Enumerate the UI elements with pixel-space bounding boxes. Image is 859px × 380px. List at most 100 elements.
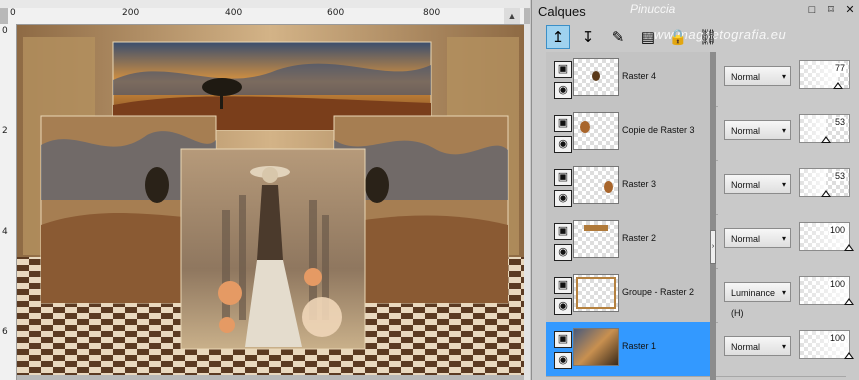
layer-thumbnail [573,328,619,366]
layer-type-icon[interactable]: ▣ [554,277,572,294]
layer-list: ▣ ◉ Raster 4 Normal ▾ 77 ▣ ◉ Copie de Raster 3 No… [546,52,859,380]
layer-item[interactable]: ▣ ◉ Groupe - Raster 2 [546,268,715,322]
blend-mode-dropdown[interactable]: Normal ▾ [724,228,791,248]
layer-row[interactable]: ▣ ◉ Groupe - Raster 2 Luminance (H) ▾ 100 [546,268,859,323]
ruler-top: 0 200 400 600 800 [8,8,524,25]
layer-row[interactable]: ▣ ◉ Copie de Raster 3 Normal ▾ 53 [546,106,859,161]
layer-row[interactable]: ▣ ◉ Raster 3 Normal ▾ 53 [546,160,859,215]
brush-icon[interactable]: ✎ [606,25,630,49]
visibility-eye-icon[interactable]: ◉ [554,82,572,99]
layer-thumbnail [573,166,619,204]
opacity-value: 77 [833,63,846,73]
blend-mode-dropdown[interactable]: Normal ▾ [724,174,791,194]
layer-thumbnail [573,220,619,258]
layer-row[interactable]: ▣ ◉ Raster 2 Normal ▾ 100 [546,214,859,269]
opacity-handle-icon[interactable] [844,244,854,251]
opacity-handle-icon[interactable] [821,136,831,143]
layer-name: Copie de Raster 3 [622,125,695,135]
opacity-slider[interactable]: 100 [799,276,854,305]
opacity-slider[interactable]: 100 [799,330,854,359]
blend-mode-value: Luminance (H) [731,288,776,318]
layer-type-icon[interactable]: ▣ [554,223,572,240]
layer-properties: Normal ▾ 77 [718,52,859,106]
maximize-icon[interactable]: □ [806,4,818,16]
ruler-label: 200 [122,8,140,18]
panel-splitter[interactable] [710,52,716,380]
opacity-value: 100 [828,225,846,235]
ruler-label: 400 [225,8,243,18]
panel-controls: □ ⌑ ✕ [806,4,856,16]
layer-item[interactable]: ▣ ◉ Raster 4 [546,52,715,106]
layer-thumbnail [573,58,619,96]
layer-properties: Normal ▾ 53 [718,106,859,160]
layer-properties: Normal ▾ 53 [718,160,859,214]
ruler-label: 600 [327,8,345,18]
ruler-label: 0 [10,8,16,18]
layers-panel: Calques Pinuccia www.magnetografia.eu □ … [531,0,859,380]
dropdown-arrow-icon: ▾ [781,180,786,189]
link-icon[interactable]: ⛓ [696,25,720,49]
dropdown-arrow-icon: ▾ [781,288,786,297]
blend-mode-value: Normal [731,234,761,244]
opacity-value: 100 [828,279,846,289]
blend-mode-value: Normal [731,126,761,136]
close-icon[interactable]: ✕ [844,4,856,16]
ruler-label: 2 [2,126,8,136]
film-icon[interactable]: ▤ [636,25,660,49]
pin-icon[interactable]: ⌑ [825,4,837,16]
layer-type-icon[interactable]: ▣ [554,61,572,78]
artwork-image[interactable] [17,25,524,375]
visibility-eye-icon[interactable]: ◉ [554,298,572,315]
layer-name: Raster 2 [622,233,657,243]
blend-mode-dropdown[interactable]: Luminance (H) ▾ [724,282,791,318]
pin-down-icon[interactable]: ↧ [576,25,600,49]
pin-up-icon[interactable]: ↥ [546,25,570,49]
lock-icon[interactable]: 🔒 [666,25,690,49]
opacity-value: 53 [833,117,846,127]
layer-properties: Normal ▾ 100 [718,322,859,376]
ruler-label: 4 [2,227,8,237]
layer-properties: Luminance (H) ▾ 100 [718,268,859,322]
opacity-handle-icon[interactable] [844,352,854,359]
visibility-eye-icon[interactable]: ◉ [554,244,572,261]
layer-name: Raster 4 [622,71,657,81]
layer-type-icon[interactable]: ▣ [554,331,572,348]
dropdown-arrow-icon: ▾ [781,234,786,243]
opacity-handle-icon[interactable] [833,82,843,89]
dropdown-arrow-icon: ▾ [781,72,786,81]
vertical-scrollbar[interactable] [524,24,530,380]
layer-thumbnail [573,112,619,150]
layer-item[interactable]: ▣ ◉ Copie de Raster 3 [546,106,715,160]
layer-type-icon[interactable]: ▣ [554,115,572,132]
layer-name: Raster 1 [622,341,657,351]
canvas-area[interactable]: 0 200 400 600 800 ▲ 0 2 4 6 [0,0,530,380]
splitter-handle-icon[interactable]: › [710,230,716,264]
visibility-eye-icon[interactable]: ◉ [554,190,572,207]
artwork-illustration [17,25,524,375]
layer-item[interactable]: ▣ ◉ Raster 2 [546,214,715,268]
layer-thumbnail [573,274,619,312]
panel-title: Calques [538,4,586,19]
layer-row[interactable]: ▣ ◉ Raster 4 Normal ▾ 77 [546,52,859,107]
scroll-up-icon[interactable]: ▲ [504,8,520,24]
blend-mode-dropdown[interactable]: Normal ▾ [724,120,791,140]
opacity-handle-icon[interactable] [821,190,831,197]
layer-item[interactable]: ▣ ◉ Raster 1 [546,322,715,376]
layers-toolbar: ↥ ↧ ✎ ▤ 🔒 ⛓ [546,25,720,49]
watermark-text: Pinuccia [630,2,676,16]
visibility-eye-icon[interactable]: ◉ [554,136,572,153]
visibility-eye-icon[interactable]: ◉ [554,352,572,369]
opacity-value: 100 [828,333,846,343]
blend-mode-dropdown[interactable]: Normal ▾ [724,66,791,86]
opacity-slider[interactable]: 100 [799,222,854,251]
opacity-handle-icon[interactable] [844,298,854,305]
blend-mode-value: Normal [731,180,761,190]
layer-item[interactable]: ▣ ◉ Raster 3 [546,160,715,214]
blend-mode-dropdown[interactable]: Normal ▾ [724,336,791,356]
opacity-slider[interactable]: 53 [799,168,850,197]
layer-row[interactable]: ▣ ◉ Raster 1 Normal ▾ 100 [546,322,859,377]
ruler-left: 0 2 4 6 [0,24,17,380]
opacity-slider[interactable]: 53 [799,114,850,143]
layer-type-icon[interactable]: ▣ [554,169,572,186]
opacity-slider[interactable]: 77 [799,60,850,89]
